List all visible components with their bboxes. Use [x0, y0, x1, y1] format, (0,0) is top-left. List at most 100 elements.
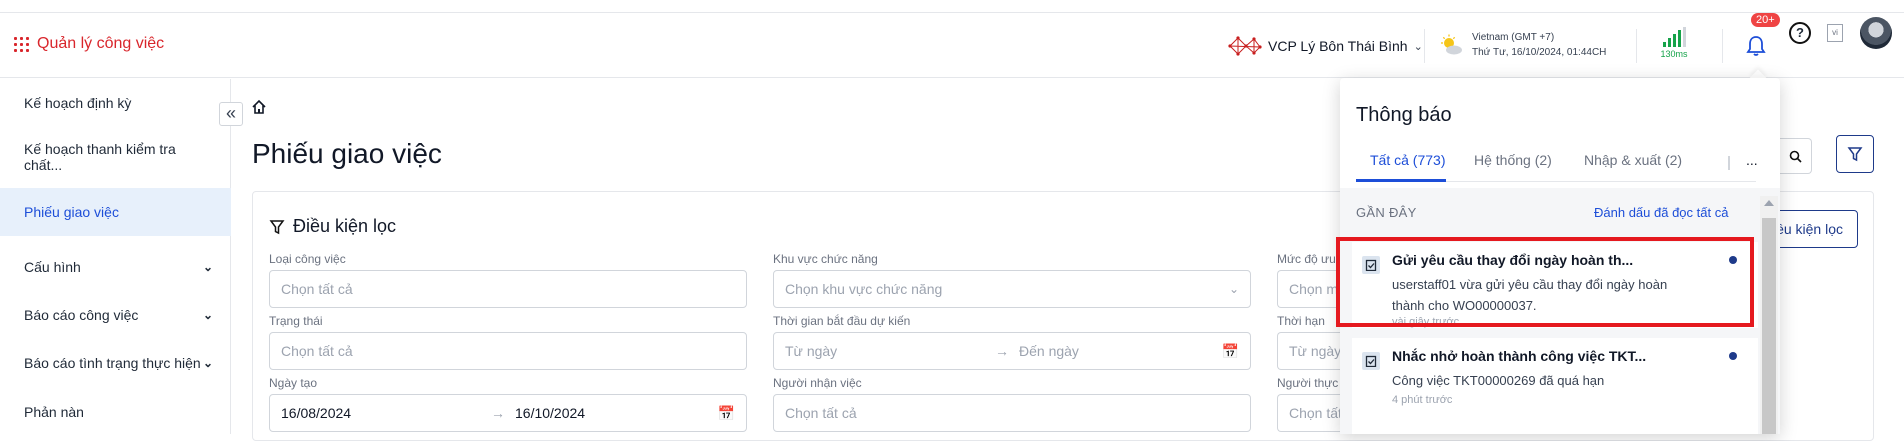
- sidebar-item-label: Kế hoạch định kỳ: [24, 95, 132, 111]
- arrow-right-icon: →: [995, 343, 1009, 359]
- active-tab-indicator: [1356, 179, 1446, 182]
- select-placeholder: Chọn tất cả: [281, 343, 353, 359]
- sidebar-item-complaint[interactable]: Phản nàn: [0, 388, 231, 436]
- date-to-placeholder: Đến ngày: [1019, 343, 1079, 359]
- app-title[interactable]: Quản lý công việc: [14, 35, 164, 53]
- select-placeholder: Chọn khu vực chức năng: [785, 281, 943, 297]
- select-placeholder: Chọn tất: [1289, 405, 1342, 421]
- calendar-icon: 📅: [1221, 342, 1239, 359]
- sidebar-item-status-report[interactable]: Báo cáo tình trạng thực hiện ⌄: [0, 339, 231, 387]
- language-switch[interactable]: vi: [1827, 24, 1843, 42]
- chevron-down-icon: ⌄: [1228, 282, 1239, 296]
- sidebar-item-label: Kế hoạch thanh kiểm tra chất...: [24, 141, 176, 173]
- top-bar: Quản lý công việc VCP Lý Bôn Thái Bình ⌄…: [0, 12, 1904, 78]
- field-label: Trạng thái: [269, 314, 323, 328]
- select-placeholder: Chọn m: [1289, 281, 1339, 297]
- notification-item-title: Nhắc nhở hoàn thành công việc TKT...: [1392, 348, 1647, 364]
- sidebar-item-label: Báo cáo công việc: [24, 307, 139, 323]
- field-label: Mức độ ưu: [1277, 252, 1336, 266]
- help-icon[interactable]: ?: [1789, 22, 1811, 44]
- avatar[interactable]: [1860, 17, 1892, 49]
- unread-dot: [1729, 352, 1737, 360]
- signal-icon: [1656, 27, 1692, 47]
- scroll-up-arrow-icon[interactable]: [1764, 200, 1774, 206]
- sidebar-item-label: Phiếu giao việc: [24, 204, 119, 220]
- sidebar: Kế hoạch định kỳ Kế hoạch thanh kiểm tra…: [0, 79, 231, 434]
- sidebar-item-label: Cấu hình: [24, 259, 81, 275]
- notification-item-time: 4 phút trước: [1392, 394, 1453, 406]
- clipboard-check-icon: [1362, 352, 1380, 370]
- tab-system[interactable]: Hệ thống (2): [1474, 152, 1552, 168]
- filter-toggle-button[interactable]: [1836, 135, 1874, 173]
- bell-icon: [1746, 36, 1766, 56]
- tab-import-export[interactable]: Nhập & xuất (2): [1584, 152, 1682, 168]
- notification-title: Thông báo: [1356, 104, 1452, 126]
- date-to-value: 16/10/2024: [515, 405, 586, 421]
- collapse-sidebar-button[interactable]: «: [219, 102, 243, 126]
- sidebar-item-label: Báo cáo tình trạng thực hiện: [24, 355, 201, 371]
- org-selector[interactable]: VCP Lý Bôn Thái Bình ⌄: [1228, 35, 1423, 57]
- timezone-label: Vietnam (GMT +7): [1472, 32, 1555, 43]
- sidebar-item-inspection-plan[interactable]: Kế hoạch thanh kiểm tra chất...: [0, 133, 231, 181]
- date-from-placeholder: Từ ngày: [1289, 343, 1342, 359]
- chevron-down-icon: ⌄: [202, 260, 213, 274]
- sidebar-item-label: Phản nàn: [24, 404, 84, 420]
- divider: [1424, 29, 1425, 63]
- chevron-down-icon: ⌄: [1413, 40, 1423, 53]
- mark-all-read-link[interactable]: Đánh dấu đã đọc tất cả: [1594, 205, 1728, 220]
- functional-area-select[interactable]: Chọn khu vực chức năng ⌄: [773, 270, 1251, 308]
- filter-icon: [1847, 147, 1863, 162]
- scrollbar-thumb[interactable]: [1762, 218, 1776, 434]
- field-label: Thời gian bắt đầu dự kiến: [773, 314, 911, 328]
- chevron-down-icon: ⌄: [202, 308, 213, 322]
- notification-count-badge: 20+: [1751, 13, 1780, 27]
- field-label: Người nhận việc: [773, 376, 862, 390]
- timezone-info: Vietnam (GMT +7) Thứ Tư, 16/10/2024, 01:…: [1440, 30, 1606, 60]
- org-name: VCP Lý Bôn Thái Bình: [1268, 38, 1408, 54]
- tab-all[interactable]: Tất cả (773): [1370, 152, 1445, 168]
- apps-grid-icon[interactable]: [14, 36, 29, 52]
- chevron-down-icon: ⌄: [202, 356, 213, 370]
- highlight-box: [1336, 237, 1754, 327]
- field-label: Thời hạn: [1277, 314, 1325, 328]
- field-label: Loại công việc: [269, 252, 346, 266]
- sidebar-item-config[interactable]: Cấu hình ⌄: [0, 243, 231, 291]
- arrow-right-icon: →: [491, 405, 505, 421]
- date-from-value: 16/08/2024: [281, 405, 352, 421]
- select-placeholder: Chọn tất cả: [785, 405, 857, 421]
- created-date-range[interactable]: 16/08/2024 → 16/10/2024 📅: [269, 394, 747, 432]
- expected-start-range[interactable]: Từ ngày → Đến ngày 📅: [773, 332, 1251, 370]
- date-from-placeholder: Từ ngày: [785, 343, 838, 359]
- sidebar-item-work-report[interactable]: Báo cáo công việc ⌄: [0, 291, 231, 339]
- divider: [1636, 29, 1637, 63]
- weather-icon: [1441, 34, 1462, 55]
- job-type-select[interactable]: Chọn tất cả: [269, 270, 747, 308]
- notification-tabs: Tất cả (773) Hệ thống (2) Nhập & xuất (2…: [1356, 144, 1758, 182]
- select-placeholder: Chọn tất cả: [281, 281, 353, 297]
- latency-label: 130ms: [1660, 49, 1688, 59]
- divider: [1722, 29, 1723, 63]
- field-label: Khu vực chức năng: [773, 252, 878, 266]
- sidebar-item-periodic-plan[interactable]: Kế hoạch định kỳ: [0, 79, 231, 127]
- tab-overflow-edge: [1728, 156, 1730, 170]
- search-button[interactable]: [1780, 138, 1812, 174]
- network-logo-icon: [1228, 36, 1262, 56]
- network-latency: 130ms: [1656, 27, 1692, 59]
- field-label: Ngày tạo: [269, 376, 318, 390]
- filter-title: Điều kiện lọc: [293, 216, 397, 236]
- field-label: Người thực: [1277, 376, 1339, 390]
- notification-item-body: Công việc TKT00000269 đã quá hạn: [1392, 373, 1605, 388]
- notification-item[interactable]: Nhắc nhở hoàn thành công việc TKT... Côn…: [1352, 338, 1758, 434]
- sidebar-item-work-order[interactable]: Phiếu giao việc: [0, 188, 231, 236]
- tabs-more-button[interactable]: ...: [1746, 152, 1758, 168]
- filter-icon: [269, 219, 285, 234]
- notification-bell-button[interactable]: [1746, 35, 1766, 62]
- search-icon: [1789, 150, 1802, 163]
- filter-header: Điều kiện lọc: [269, 216, 396, 237]
- assignee-select[interactable]: Chọn tất cả: [773, 394, 1251, 432]
- section-label: GẦN ĐÂY: [1356, 205, 1417, 220]
- datetime-label: Thứ Tư, 16/10/2024, 01:44CH: [1472, 47, 1607, 58]
- status-select[interactable]: Chọn tất cả: [269, 332, 747, 370]
- app-title-label: Quản lý công việc: [37, 35, 165, 52]
- home-icon[interactable]: [251, 99, 267, 115]
